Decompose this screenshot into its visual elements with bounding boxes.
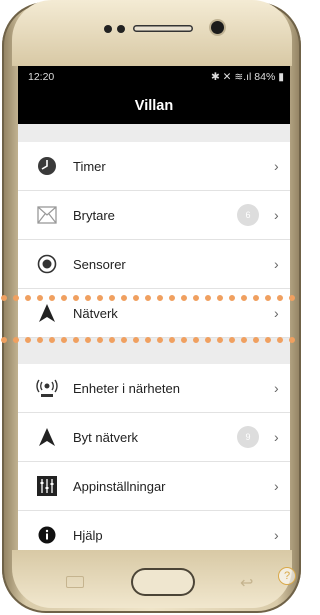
status-time: 12:20 (28, 71, 55, 83)
chevron-right-icon: › (274, 478, 279, 494)
menu-item-label: Appinställningar (73, 478, 166, 494)
menu-item-hjalp[interactable]: Hjälp › (18, 511, 290, 552)
network-icon (35, 425, 59, 449)
earpiece-speaker (133, 25, 193, 32)
phone-top-bezel (12, 0, 292, 66)
sensor-dots (104, 25, 125, 33)
section-gap (18, 338, 290, 364)
section-gap (18, 124, 290, 142)
help-fab[interactable]: ? (278, 567, 296, 585)
count-badge: 9 (237, 426, 259, 448)
chevron-right-icon: › (274, 158, 279, 174)
menu-item-label: Byt nätverk (73, 429, 139, 445)
menu-item-label: Timer (73, 158, 106, 174)
screen: 12:20 ✱ ✕ ≋.ıl 84% ▮ Villan Timer › Bryt… (18, 66, 290, 552)
menu-item-label: Brytare (73, 207, 115, 223)
info-icon (35, 523, 59, 547)
menu-item-label: Enheter i närheten (73, 380, 180, 396)
switch-envelope-icon (35, 203, 59, 227)
menu-item-appinstallningar[interactable]: Appinställningar › (18, 462, 290, 511)
home-button[interactable] (131, 568, 195, 596)
menu-item-byt-natverk[interactable]: Byt nätverk 9 › (18, 413, 290, 462)
menu-item-label: Sensorer (73, 256, 126, 272)
front-camera (211, 21, 224, 34)
network-icon (35, 301, 59, 325)
menu-item-brytare[interactable]: Brytare 6 › (18, 191, 290, 240)
chevron-right-icon: › (274, 256, 279, 272)
chevron-right-icon: › (274, 207, 279, 223)
count-badge: 6 (237, 204, 259, 226)
chevron-right-icon: › (274, 380, 279, 396)
chevron-right-icon: › (274, 429, 279, 445)
sliders-icon (35, 474, 59, 498)
sensor-icon (35, 252, 59, 276)
back-icon[interactable]: ↩ (240, 573, 253, 593)
status-icons: ✱ ✕ ≋.ıl 84% ▮ (210, 71, 284, 83)
menu-item-label: Hjälp (73, 527, 103, 543)
recent-apps-icon[interactable] (66, 576, 84, 588)
menu-item-label: Nätverk (73, 305, 118, 321)
menu-item-natverk[interactable]: Nätverk › (18, 289, 290, 338)
nearby-devices-icon (35, 376, 59, 400)
chevron-right-icon: › (274, 527, 279, 543)
menu-item-enheter-i-narheten[interactable]: Enheter i närheten › (18, 364, 290, 413)
menu-item-sensorer[interactable]: Sensorer › (18, 240, 290, 289)
app-title: Villan (18, 88, 290, 124)
menu-item-timer[interactable]: Timer › (18, 142, 290, 191)
chevron-right-icon: › (274, 305, 279, 321)
status-bar: 12:20 ✱ ✕ ≋.ıl 84% ▮ (18, 66, 290, 88)
clock-icon (35, 154, 59, 178)
battery-level: 84% (254, 71, 276, 83)
